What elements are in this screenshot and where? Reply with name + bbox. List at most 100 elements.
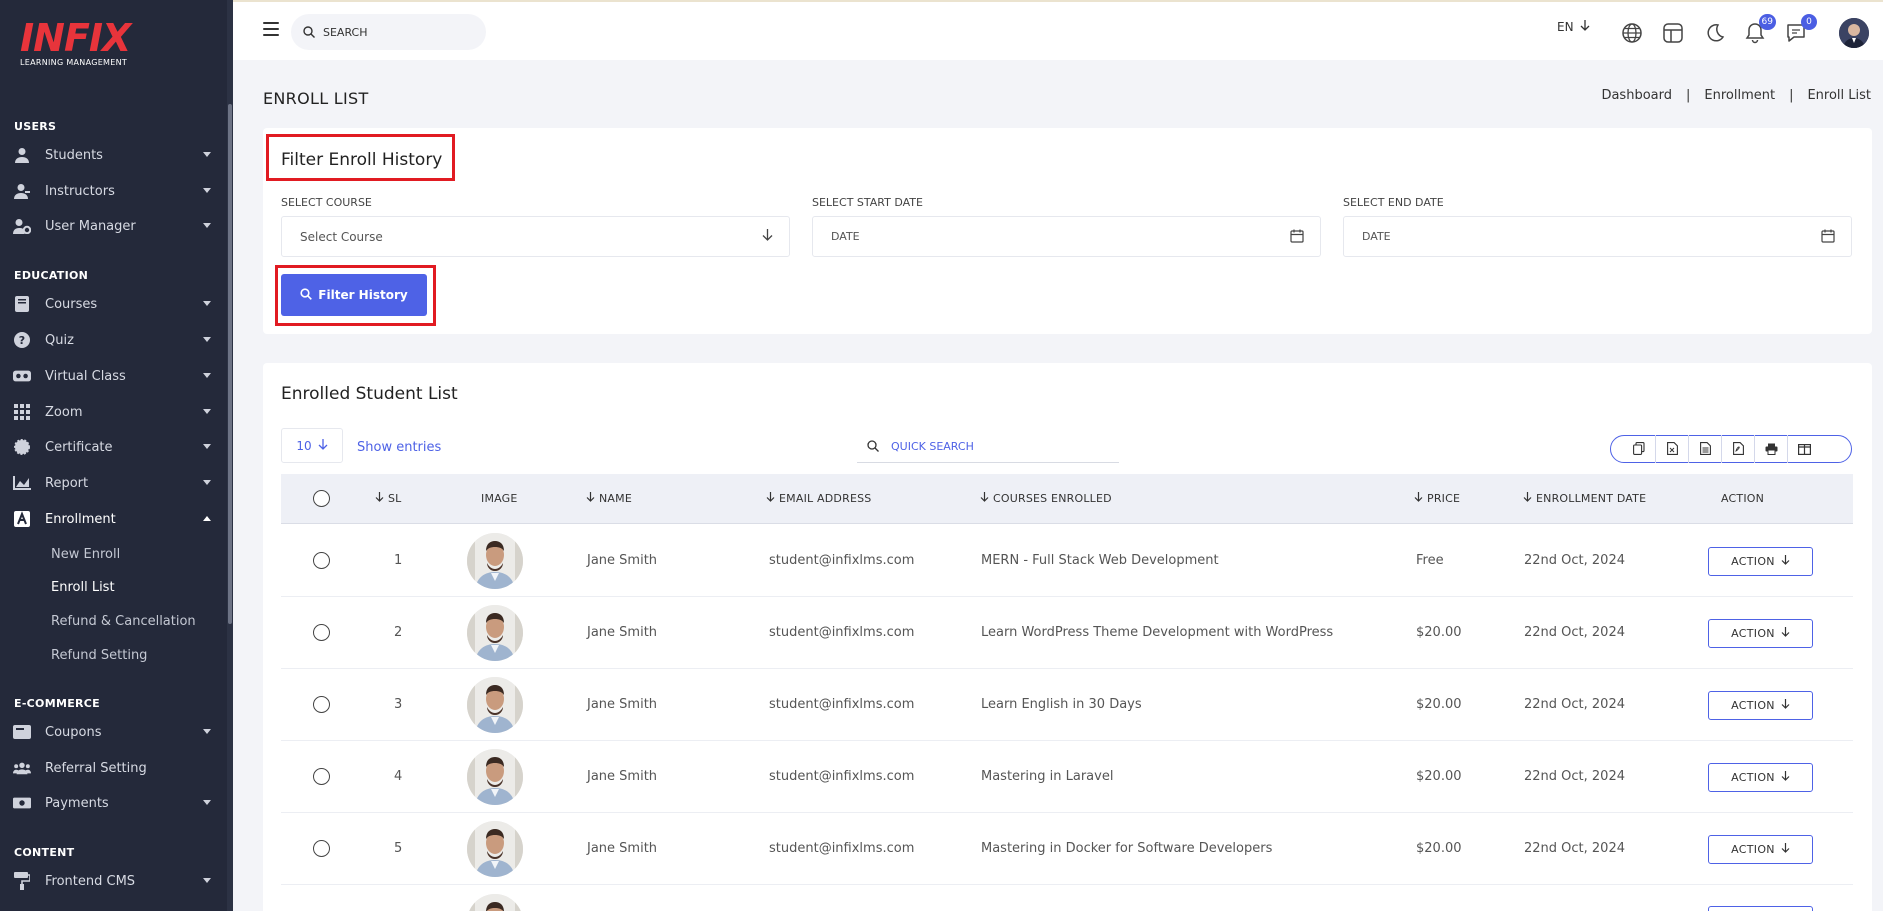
- messages-icon[interactable]: 0: [1785, 14, 1817, 44]
- entries-per-page-select[interactable]: 10: [281, 428, 343, 463]
- breadcrumb-enroll-list: Enroll List: [1807, 88, 1871, 103]
- menu-toggle-icon[interactable]: [263, 22, 279, 36]
- sidebar-item-referral-setting[interactable]: Referral Setting: [13, 756, 218, 780]
- sidebar-subitem-refund-setting[interactable]: Refund Setting: [51, 648, 147, 663]
- row-enrollment-date: 22nd Oct, 2024: [1524, 841, 1625, 856]
- breadcrumb-enrollment[interactable]: Enrollment: [1704, 88, 1775, 103]
- column-header-sl[interactable]: SL: [375, 492, 402, 505]
- table-header: SL IMAGE NAME EMAIL ADDRESS COURSES ENRO…: [281, 474, 1853, 524]
- sidebar-subitem-enroll-list[interactable]: Enroll List: [51, 580, 115, 595]
- row-enrollment-date: 22nd Oct, 2024: [1524, 697, 1625, 712]
- row-action-button[interactable]: ACTION: [1708, 691, 1813, 720]
- sidebar-item-frontend-cms[interactable]: Frontend CMS: [13, 869, 218, 893]
- dark-mode-moon-icon[interactable]: [1703, 22, 1725, 44]
- sidebar-item-label: Report: [45, 475, 89, 491]
- sidebar-item-payments[interactable]: Payments: [13, 791, 218, 815]
- row-enrollment-date: 22nd Oct, 2024: [1524, 553, 1625, 568]
- table-row: 3 Jane Smith student@infixlms.com Learn …: [281, 669, 1853, 741]
- sidebar-item-label: Courses: [45, 296, 98, 312]
- user-gear-icon: [13, 217, 31, 235]
- sidebar-item-instructors[interactable]: Instructors: [13, 179, 218, 203]
- chevron-down-icon: [203, 152, 211, 157]
- sidebar-item-user-manager[interactable]: User Manager: [13, 214, 218, 238]
- globe-icon[interactable]: [1621, 22, 1643, 44]
- grid-icon: [13, 403, 31, 421]
- excel-export-button[interactable]: [1656, 435, 1689, 463]
- column-visibility-button[interactable]: [1788, 435, 1821, 463]
- course-select[interactable]: Select Course: [281, 216, 790, 257]
- start-date-input[interactable]: DATE: [812, 216, 1321, 257]
- language-selector[interactable]: EN: [1557, 20, 1590, 34]
- sidebar-item-report[interactable]: Report: [13, 471, 218, 495]
- breadcrumb-separator: |: [1789, 88, 1794, 103]
- row-action-button[interactable]: ACTION: [1708, 547, 1813, 576]
- breadcrumb-dashboard[interactable]: Dashboard: [1601, 88, 1672, 103]
- row-sl: 1: [394, 553, 403, 568]
- row-select-radio[interactable]: [313, 624, 330, 641]
- quick-search[interactable]: [857, 431, 1119, 463]
- student-avatar: [467, 821, 523, 877]
- row-name: Jane Smith: [587, 769, 658, 784]
- row-select-radio[interactable]: [313, 696, 330, 713]
- chevron-down-icon: [203, 409, 211, 414]
- select-all-radio[interactable]: [313, 490, 330, 507]
- sidebar-subitem-refund-cancellation[interactable]: Refund & Cancellation: [51, 614, 196, 629]
- chart-icon: [13, 474, 31, 492]
- column-header-price[interactable]: PRICE: [1414, 492, 1460, 505]
- arrow-down-icon: [1781, 627, 1790, 640]
- row-select-radio[interactable]: [313, 552, 330, 569]
- sidebar-item-label: User Manager: [45, 218, 136, 234]
- sort-arrow-down-icon: [1523, 492, 1532, 505]
- global-search[interactable]: [291, 14, 486, 50]
- calendar-icon[interactable]: [1290, 229, 1304, 246]
- search-icon: [303, 23, 315, 42]
- language-label: EN: [1557, 20, 1574, 34]
- row-action-button[interactable]: ACTION: [1708, 763, 1813, 792]
- copy-button[interactable]: [1623, 435, 1656, 463]
- section-title-content: CONTENT: [14, 846, 75, 859]
- sidebar-item-virtual-class[interactable]: Virtual Class: [13, 364, 218, 388]
- row-select-radio[interactable]: [313, 768, 330, 785]
- sidebar-item-enrollment[interactable]: Enrollment: [13, 507, 218, 531]
- row-action-label: ACTION: [1731, 699, 1775, 712]
- sidebar-item-courses[interactable]: Courses: [13, 292, 218, 316]
- calendar-icon[interactable]: [1821, 229, 1835, 246]
- row-email: student@infixlms.com: [769, 697, 915, 712]
- sidebar-scrollbar-thumb[interactable]: [228, 104, 232, 624]
- sidebar-scrollbar[interactable]: [227, 0, 233, 911]
- logo-tagline: LEARNING MANAGEMENT: [20, 58, 128, 67]
- paint-roller-icon: [13, 872, 31, 890]
- user-avatar[interactable]: [1839, 18, 1869, 48]
- student-avatar: [467, 533, 523, 589]
- notifications-bell-icon[interactable]: 69: [1744, 14, 1776, 44]
- brand-logo[interactable]: INFIX LEARNING MANAGEMENT: [20, 18, 140, 72]
- sidebar-item-students[interactable]: Students: [13, 143, 218, 167]
- sidebar-subitem-new-enroll[interactable]: New Enroll: [51, 547, 120, 562]
- sidebar-item-coupons[interactable]: Coupons: [13, 720, 218, 744]
- sort-arrow-down-icon: [586, 492, 595, 505]
- column-header-courses[interactable]: COURSES ENROLLED: [980, 492, 1112, 505]
- layout-icon[interactable]: [1662, 22, 1684, 44]
- end-date-input[interactable]: DATE: [1343, 216, 1852, 257]
- pdf-export-button[interactable]: [1722, 435, 1755, 463]
- select-course-label: SELECT COURSE: [281, 196, 372, 209]
- column-header-name[interactable]: NAME: [586, 492, 632, 505]
- row-action-button[interactable]: ACTION: [1708, 619, 1813, 648]
- chevron-down-icon: [203, 480, 211, 485]
- column-header-email[interactable]: EMAIL ADDRESS: [766, 492, 871, 505]
- row-select-radio[interactable]: [313, 840, 330, 857]
- csv-export-button[interactable]: [1689, 435, 1722, 463]
- quick-search-input[interactable]: [891, 440, 1091, 453]
- sidebar-item-quiz[interactable]: ? Quiz: [13, 328, 218, 352]
- row-action-button[interactable]: [1708, 906, 1813, 911]
- row-price: $20.00: [1416, 697, 1462, 712]
- table-row-partial: [281, 886, 1853, 911]
- row-action-button[interactable]: ACTION: [1708, 835, 1813, 864]
- sidebar-item-certificate[interactable]: Certificate: [13, 435, 218, 459]
- arrow-down-icon: [1781, 843, 1790, 856]
- sidebar-item-zoom[interactable]: Zoom: [13, 400, 218, 424]
- column-header-enrollment-date[interactable]: ENROLLMENT DATE: [1523, 492, 1646, 505]
- search-input[interactable]: [323, 25, 473, 39]
- print-button[interactable]: [1755, 435, 1788, 463]
- end-date-placeholder: DATE: [1362, 230, 1391, 243]
